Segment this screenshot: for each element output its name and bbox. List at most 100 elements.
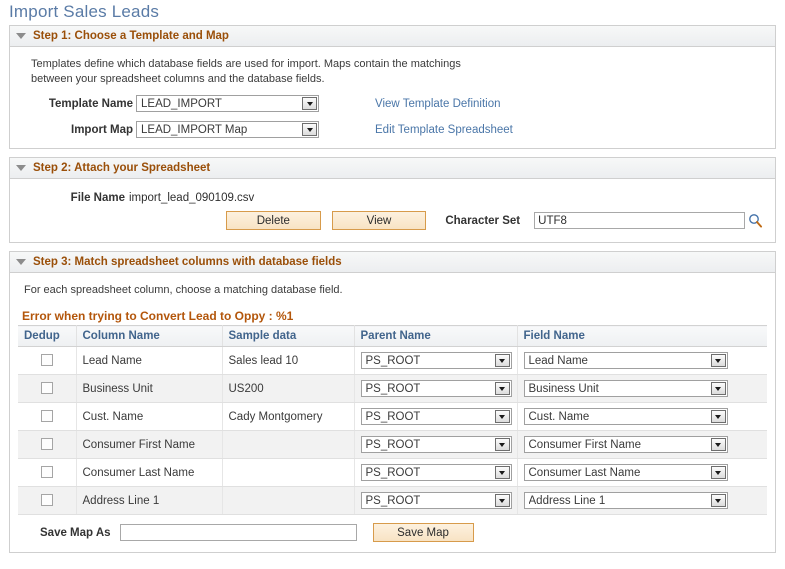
- dedup-checkbox[interactable]: [40, 438, 53, 451]
- step2-header[interactable]: Step 2: Attach your Spreadsheet: [10, 158, 775, 179]
- parent-name-select[interactable]: PS_ROOT: [360, 436, 512, 453]
- parent-name-value: PS_ROOT: [365, 494, 421, 507]
- parent-name-value: PS_ROOT: [365, 382, 421, 395]
- step2-body: File Name import_lead_090109.csv Delete …: [10, 179, 775, 242]
- field-name-cell: Consumer First Name: [517, 430, 767, 459]
- import-map-select[interactable]: LEAD_IMPORT Map: [136, 121, 319, 138]
- field-name-cell: Lead Name: [517, 346, 767, 375]
- file-name-value: import_lead_090109.csv: [129, 192, 255, 204]
- field-name-select[interactable]: Consumer Last Name: [523, 464, 728, 481]
- dedup-checkbox[interactable]: [40, 354, 53, 367]
- column-header-column-name[interactable]: Column Name: [76, 325, 223, 347]
- field-name-value: Address Line 1: [528, 494, 606, 507]
- view-template-definition-link[interactable]: View Template Definition: [375, 98, 501, 110]
- column-mapping-table: Dedup Column Name Sample data Parent Nam…: [18, 325, 767, 515]
- table-row: Address Line 1 PS_ROOT Address Line 1: [18, 486, 767, 515]
- column-header-field-name[interactable]: Field Name: [517, 325, 767, 347]
- chevron-down-icon[interactable]: [494, 382, 510, 395]
- step3-body: For each spreadsheet column, choose a ma…: [10, 273, 775, 552]
- field-name-value: Consumer Last Name: [528, 466, 641, 479]
- sample-data-cell: US200: [222, 374, 355, 403]
- parent-name-select[interactable]: PS_ROOT: [360, 408, 512, 425]
- dedup-cell: [18, 402, 77, 431]
- chevron-down-icon[interactable]: [494, 438, 510, 451]
- collapse-triangle-icon[interactable]: [16, 33, 26, 39]
- field-name-cell: Address Line 1: [517, 486, 767, 515]
- field-name-cell: Cust. Name: [517, 402, 767, 431]
- step1-description-line1: Templates define which database fields a…: [31, 58, 461, 70]
- chevron-down-icon[interactable]: [710, 438, 726, 451]
- step2-header-label: Step 2: Attach your Spreadsheet: [33, 162, 211, 174]
- chevron-down-icon[interactable]: [494, 494, 510, 507]
- column-name-cell: Lead Name: [76, 346, 223, 375]
- edit-template-spreadsheet-link[interactable]: Edit Template Spreadsheet: [375, 124, 513, 136]
- parent-name-select[interactable]: PS_ROOT: [360, 464, 512, 481]
- chevron-down-icon[interactable]: [710, 382, 726, 395]
- table-row: Business Unit US200 PS_ROOT Business Unit: [18, 374, 767, 403]
- step2-actions-row: Delete View Character Set: [22, 211, 763, 230]
- import-map-label: Import Map: [71, 123, 133, 136]
- column-name-cell: Consumer First Name: [76, 430, 223, 459]
- save-map-as-input[interactable]: [119, 524, 357, 541]
- page-title: Import Sales Leads: [9, 2, 160, 21]
- column-header-sample-data[interactable]: Sample data: [222, 325, 355, 347]
- parent-name-select[interactable]: PS_ROOT: [360, 352, 512, 369]
- collapse-triangle-icon[interactable]: [16, 165, 26, 171]
- dedup-checkbox[interactable]: [40, 494, 53, 507]
- file-name-label: File Name: [70, 192, 125, 204]
- dedup-checkbox[interactable]: [40, 410, 53, 423]
- delete-button[interactable]: Delete: [226, 211, 321, 230]
- field-name-select[interactable]: Business Unit: [523, 380, 728, 397]
- template-name-select[interactable]: LEAD_IMPORT: [136, 95, 319, 112]
- save-map-button[interactable]: Save Map: [372, 523, 474, 542]
- template-name-value: LEAD_IMPORT: [141, 97, 222, 110]
- parent-name-value: PS_ROOT: [365, 466, 421, 479]
- chevron-down-icon[interactable]: [710, 410, 726, 423]
- column-header-parent-name[interactable]: Parent Name: [354, 325, 518, 347]
- step1-body: Templates define which database fields a…: [10, 47, 775, 148]
- chevron-down-icon[interactable]: [494, 410, 510, 423]
- template-name-label: Template Name: [48, 97, 133, 110]
- chevron-down-icon[interactable]: [710, 494, 726, 507]
- chevron-down-icon[interactable]: [494, 354, 510, 367]
- parent-name-value: PS_ROOT: [365, 410, 421, 423]
- magnifier-icon[interactable]: [748, 213, 763, 228]
- field-name-select[interactable]: Consumer First Name: [523, 436, 728, 453]
- step1-description-line2: between your spreadsheet columns and the…: [31, 73, 325, 85]
- column-name-cell: Cust. Name: [76, 402, 223, 431]
- dedup-checkbox[interactable]: [40, 466, 53, 479]
- column-header-dedup[interactable]: Dedup: [18, 325, 77, 347]
- chevron-down-icon[interactable]: [302, 123, 317, 136]
- chevron-down-icon[interactable]: [710, 354, 726, 367]
- field-name-select[interactable]: Lead Name: [523, 352, 728, 369]
- file-name-row: File Name import_lead_090109.csv: [22, 192, 763, 204]
- view-button[interactable]: View: [331, 211, 427, 230]
- field-name-select[interactable]: Address Line 1: [523, 492, 728, 509]
- step3-header[interactable]: Step 3: Match spreadsheet columns with d…: [10, 252, 775, 273]
- dedup-cell: [18, 374, 77, 403]
- step3-header-label: Step 3: Match spreadsheet columns with d…: [33, 256, 342, 268]
- table-header-row: Dedup Column Name Sample data Parent Nam…: [18, 325, 767, 347]
- save-map-as-label: Save Map As: [40, 526, 111, 539]
- table-row: Cust. Name Cady Montgomery PS_ROOT Cust. Na…: [18, 402, 767, 431]
- collapse-triangle-icon[interactable]: [16, 259, 26, 265]
- character-set-input[interactable]: [534, 212, 745, 229]
- column-name-cell: Address Line 1: [76, 486, 223, 515]
- character-set-label: Character Set: [445, 214, 521, 227]
- import-map-row: Import Map LEAD_IMPORT Map Edit Template…: [22, 121, 763, 138]
- chevron-down-icon[interactable]: [710, 466, 726, 479]
- parent-name-value: PS_ROOT: [365, 354, 421, 367]
- step1-header[interactable]: Step 1: Choose a Template and Map: [10, 26, 775, 47]
- parent-name-value: PS_ROOT: [365, 438, 421, 451]
- step3-panel: Step 3: Match spreadsheet columns with d…: [9, 251, 776, 553]
- parent-name-select[interactable]: PS_ROOT: [360, 492, 512, 509]
- sample-data-cell: Sales lead 10: [222, 346, 355, 375]
- chevron-down-icon[interactable]: [302, 97, 317, 110]
- dedup-cell: [18, 346, 77, 375]
- step2-panel: Step 2: Attach your Spreadsheet File Nam…: [9, 157, 776, 243]
- chevron-down-icon[interactable]: [494, 466, 510, 479]
- parent-name-cell: PS_ROOT: [354, 346, 518, 375]
- field-name-select[interactable]: Cust. Name: [523, 408, 728, 425]
- parent-name-select[interactable]: PS_ROOT: [360, 380, 512, 397]
- dedup-checkbox[interactable]: [40, 382, 53, 395]
